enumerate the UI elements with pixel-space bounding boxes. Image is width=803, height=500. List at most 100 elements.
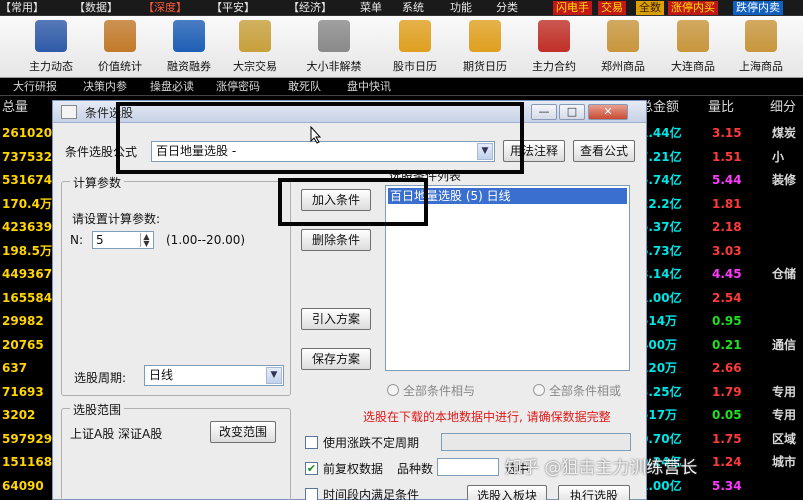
- spinner-icon[interactable]: ▲ ▼: [140, 233, 152, 248]
- save-plan-button[interactable]: 保存方案: [301, 348, 371, 370]
- time-segment-checkbox[interactable]: [305, 488, 318, 500]
- ratio-cell: 2.66: [712, 361, 742, 375]
- function-tab[interactable]: 大行研报: [13, 80, 57, 94]
- volume-cell: 64090: [2, 478, 44, 493]
- period-select[interactable]: 日线 ▼: [144, 365, 284, 386]
- sector-cell: 专用: [772, 384, 797, 399]
- radio-all-or-label: 全部条件相或: [549, 384, 622, 398]
- volume-cell: 165584: [2, 290, 53, 305]
- volume-cell: 261020: [2, 126, 53, 140]
- toolbar-value-stats-button[interactable]: 价值统计: [89, 18, 151, 76]
- use-limit-period-label: 使用涨跌不定周期: [323, 436, 420, 450]
- calendar-icon: [399, 20, 431, 52]
- menu-tag-button[interactable]: 涨停内买: [668, 1, 718, 15]
- volume-cell: 29982: [2, 314, 44, 328]
- maximize-button[interactable]: □: [559, 104, 585, 120]
- menu-tag-button[interactable]: 闪电手: [553, 1, 592, 15]
- menu-tag-button[interactable]: 跌停内卖: [733, 1, 783, 15]
- toolbar-label: 郑州商品: [601, 60, 645, 73]
- volume-cell: 3202: [2, 408, 36, 422]
- toolbar-main-flow-button[interactable]: 主力动态: [20, 18, 82, 76]
- sector-cell: 城市: [772, 455, 797, 469]
- mouse-cursor-icon: [310, 126, 322, 144]
- menu-tag-button[interactable]: 交易: [598, 1, 626, 15]
- toolbar-main-contract-button[interactable]: 主力合约: [523, 18, 585, 76]
- menu-tag-button[interactable]: 全数: [636, 1, 664, 15]
- function-tab[interactable]: 涨停密码: [216, 80, 260, 94]
- sector-cell: 区域: [772, 431, 797, 446]
- menu-item[interactable]: 菜单: [360, 1, 382, 15]
- sector-cell: 仓储: [772, 267, 797, 281]
- radio-all-or[interactable]: [533, 384, 545, 396]
- function-tab[interactable]: 敢死队: [288, 80, 321, 94]
- ratio-cell: 1.81: [712, 196, 742, 211]
- toolbar-label: 主力合约: [532, 60, 576, 73]
- ratio-cell: 2.54: [712, 290, 742, 305]
- limit-period-input[interactable]: [441, 433, 631, 451]
- period-label: 选股周期:: [74, 371, 127, 385]
- data-warning-text: 选股在下载的本地数据中进行, 请确保数据完整: [363, 410, 611, 424]
- toolbar-label: 期货日历: [463, 60, 507, 73]
- close-icon: ✕: [603, 105, 613, 118]
- toolbar-unlock-button[interactable]: 大小非解禁: [303, 18, 365, 76]
- param-n-input[interactable]: 5 ▲ ▼: [92, 231, 154, 249]
- watermark: 知乎 @狙击主力训练营长: [505, 458, 698, 478]
- toolbar-partial-button[interactable]: 股: [0, 18, 10, 76]
- lock-icon: [318, 20, 350, 52]
- volume-cell: 198.5万: [2, 243, 52, 258]
- delete-condition-button[interactable]: 删除条件: [301, 229, 371, 251]
- toolbar-shanghai-button[interactable]: 上海商品: [730, 18, 792, 76]
- menu-item[interactable]: 【常用】: [0, 1, 44, 15]
- ratio-cell: 5.34: [712, 478, 742, 493]
- toolbar-block-trade-button[interactable]: 大宗交易: [224, 18, 286, 76]
- change-range-button[interactable]: 改变范围: [210, 421, 276, 443]
- toolbar-stock-calendar-button[interactable]: 股市日历: [384, 18, 446, 76]
- radio-all-and-label: 全部条件相与: [403, 384, 476, 398]
- ratio-cell: 1.79: [712, 384, 742, 399]
- person-doc-icon: [104, 20, 136, 52]
- close-button[interactable]: ✕: [588, 104, 628, 120]
- import-plan-button[interactable]: 引入方案: [301, 308, 371, 330]
- menu-item[interactable]: 分类: [496, 1, 518, 15]
- select-range-group-title: 选股范围: [70, 401, 125, 418]
- total-volume-header: 总量: [2, 100, 29, 115]
- toolbar-label: 大宗交易: [233, 60, 277, 73]
- forward-adjust-label: 前复权数据: [323, 462, 384, 476]
- into-board-button[interactable]: 选股入板块: [467, 485, 547, 500]
- view-formula-button[interactable]: 查看公式: [573, 140, 635, 162]
- radio-all-and[interactable]: [387, 384, 399, 396]
- toolbar-dalian-button[interactable]: 大连商品: [662, 18, 724, 76]
- coin-stack-icon: [239, 20, 271, 52]
- menu-item[interactable]: 【经济】: [288, 1, 332, 15]
- menu-item[interactable]: 【数据】: [74, 1, 118, 15]
- volume-cell: 737532: [2, 149, 53, 164]
- volume-cell: 597929: [2, 431, 53, 446]
- minimize-button[interactable]: —: [531, 104, 557, 120]
- menu-item[interactable]: 【深度】: [143, 1, 187, 15]
- top-menu-bar: 【常用】 【数据】 【深度】 【平安】 【经济】 菜单 系统 功能 分类 闪电手 交易 全数 涨停内买 跌…: [0, 0, 803, 16]
- toolbar-label: 股市日历: [393, 60, 437, 73]
- execute-select-button[interactable]: 执行选股: [558, 485, 630, 500]
- use-limit-period-checkbox[interactable]: [305, 436, 318, 449]
- function-tab[interactable]: 决策内参: [83, 80, 127, 94]
- volume-cell: 20765: [2, 337, 44, 352]
- forward-adjust-checkbox[interactable]: ✔: [305, 462, 318, 475]
- function-tab[interactable]: 操盘必读: [150, 80, 194, 94]
- param-name-label: N:: [70, 233, 84, 247]
- select-range-group: 选股范围 上证A股 深证A股 改变范围: [61, 401, 291, 500]
- toolbar-futures-calendar-button[interactable]: 期货日历: [454, 18, 516, 76]
- menu-item[interactable]: 功能: [450, 1, 472, 15]
- menu-item[interactable]: 系统: [402, 1, 424, 15]
- sector-cell: 小: [772, 149, 785, 164]
- toolbar-zhengzhou-button[interactable]: 郑州商品: [592, 18, 654, 76]
- menu-item[interactable]: 【平安】: [211, 1, 255, 15]
- toolbar-margin-button[interactable]: 融资融券: [158, 18, 220, 76]
- volume-cell: 637: [2, 361, 28, 375]
- sector-cell: 煤炭: [772, 126, 797, 140]
- ratio-cell: 1.24: [712, 455, 742, 469]
- box-icon: [677, 20, 709, 52]
- volume-cell: 531674: [2, 173, 53, 187]
- count-input: [437, 458, 499, 476]
- function-tab[interactable]: 盘中快讯: [347, 80, 391, 94]
- box-icon: [607, 20, 639, 52]
